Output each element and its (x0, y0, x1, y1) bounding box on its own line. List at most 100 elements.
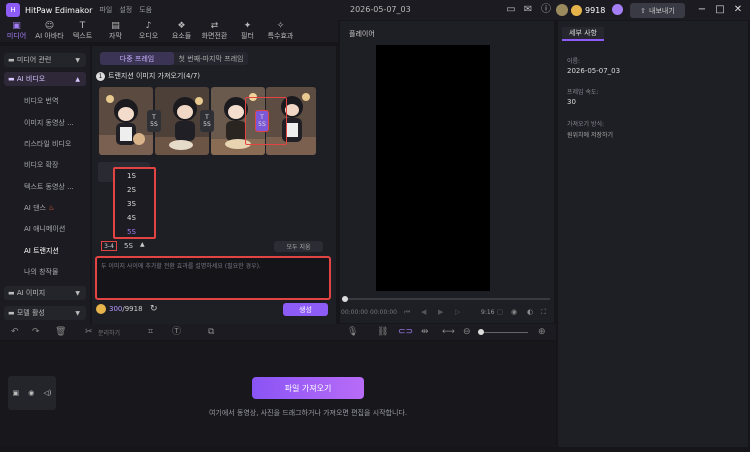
duration-option-3s[interactable]: 3S (127, 200, 136, 208)
step-header: 1 트랜지션 이미지 가져오기(4/7) (96, 71, 200, 81)
tab-audio[interactable]: ♪ 오디오 (132, 20, 165, 42)
tab-details[interactable]: 세부 사항 (562, 27, 604, 41)
tab-label: 특수효과 (267, 32, 294, 40)
tab-first-last-frame[interactable]: 첫 번째-마지막 프레임 (174, 52, 248, 65)
zoom-out-icon[interactable]: ⊖ (463, 326, 471, 338)
playback-scrubber[interactable] (342, 298, 550, 300)
duration-option-5s[interactable]: 5S (127, 228, 136, 236)
tab-effects[interactable]: ✧ 특수효과 (264, 20, 297, 42)
clear-all-button[interactable]: 모두 지움 (274, 241, 323, 252)
sidebar-item-video-extend[interactable]: 비디오 확장 (24, 158, 58, 172)
sidebar-item-restyle-video[interactable]: 리스타일 비디오 (24, 137, 71, 151)
snapshot-icon[interactable]: ◉ (511, 308, 517, 316)
tab-media[interactable]: ▣ 미디어 (0, 20, 33, 42)
duration-option-2s[interactable]: 2S (127, 186, 136, 194)
maximize-icon[interactable]: □ (713, 3, 727, 17)
tab-subtitle[interactable]: ▤ 자막 (99, 20, 132, 42)
duration-label: 5S (203, 121, 211, 128)
menu-file[interactable]: 파일 (99, 5, 112, 15)
audio-icon[interactable]: ◁) (43, 389, 51, 397)
minimize-icon[interactable]: − (695, 3, 709, 17)
sidebar-folder-ai-image[interactable]: ▬ AI 이미지 ▼ (4, 286, 86, 300)
aspect-ratio-selector[interactable]: 3-4 (101, 241, 117, 251)
layout-icon[interactable]: ▭ (505, 4, 517, 16)
microphone-icon[interactable]: 🎙 (347, 326, 358, 338)
generate-button[interactable]: 생성 (283, 303, 328, 316)
prev-frame-icon[interactable]: ⏮ (404, 308, 410, 317)
sidebar-item-video-translate[interactable]: 비디오 번역 (24, 94, 58, 108)
duration-option-4s[interactable]: 4S (127, 214, 136, 222)
sidebar-item-ai-transition[interactable]: AI 트랜지션 (24, 244, 59, 258)
text-style-icon[interactable]: Ⓣ (172, 326, 181, 338)
volume-icon[interactable]: ◐ (527, 308, 533, 316)
mail-icon[interactable]: ✉ (522, 4, 534, 16)
fit-timeline-icon[interactable]: ⟷ (442, 326, 455, 338)
chevron-up-icon[interactable]: ▲ (140, 241, 145, 248)
undo-icon[interactable]: ↶ (11, 326, 19, 338)
transition-image-1[interactable] (99, 87, 153, 155)
sidebar-folder-ai-video[interactable]: ▬ AI 비디오 ▲ (4, 72, 86, 86)
link-icon[interactable]: ⛓ (377, 326, 388, 338)
name-label: 이름: (567, 58, 581, 65)
current-time: 00:00:00 (341, 309, 368, 316)
split-label[interactable]: 분리하기 (98, 328, 120, 337)
tab-avatar[interactable]: ☺ AI 아바타 (33, 20, 66, 42)
sidebar-item-image-to-video[interactable]: 이미지 동영상 ... (24, 116, 74, 130)
tab-text[interactable]: T 텍스트 (66, 20, 99, 42)
export-frame-icon[interactable]: ⧉ (208, 326, 214, 338)
credit-used: 300 (109, 305, 123, 313)
credit-total: /9918 (122, 305, 143, 313)
sidebar-folder-model[interactable]: ▬ 모델 활성 ▼ (4, 306, 86, 320)
aspect-ratio-label[interactable]: 9:16 (481, 309, 494, 316)
sidebar-item-ai-animation[interactable]: AI 애니메이션 (24, 222, 65, 236)
duration-option-1s[interactable]: 1S (127, 172, 136, 180)
tab-transition[interactable]: ⇄ 화면전환 (198, 20, 231, 42)
folder-icon: ▬ (8, 289, 17, 297)
zoom-slider-handle[interactable] (478, 329, 484, 335)
transition-prompt-input[interactable]: 두 이미지 사이에 추가할 전환 효과를 설명하세요 (필요한 경우). (95, 256, 331, 300)
tab-label: 화면전환 (201, 32, 228, 40)
crop-icon[interactable]: ⌗ (148, 326, 153, 338)
duration-dropdown[interactable]: 1S 2S 3S 4S 5S (113, 167, 156, 239)
redo-icon[interactable]: ↷ (32, 326, 40, 338)
duration-select[interactable]: 5S (124, 242, 133, 250)
tab-label: AI 아바타 (35, 32, 64, 40)
menu-settings[interactable]: 설정 (119, 5, 132, 15)
sidebar-item-ai-dance[interactable]: AI 댄스 ♨ (24, 201, 54, 215)
play-icon[interactable]: ▶ (438, 308, 443, 316)
close-icon[interactable]: ✕ (731, 3, 745, 17)
menu-help[interactable]: 도움 (139, 5, 152, 15)
zoom-slider[interactable] (478, 332, 528, 333)
import-file-button[interactable]: 파일 가져오기 (252, 377, 364, 399)
refresh-icon[interactable]: ↻ (150, 304, 158, 314)
step-forward-icon[interactable]: ▷ (455, 308, 460, 316)
split-track-icon[interactable]: ⇹ (421, 326, 429, 338)
transition-duration-1[interactable]: T 5S (147, 110, 161, 132)
visibility-icon[interactable]: ◉ (28, 389, 34, 397)
fullscreen-icon[interactable]: ⛶ (541, 308, 546, 317)
filter-icon: ✦ (243, 21, 252, 31)
delete-icon[interactable]: 🗑 (55, 326, 66, 338)
step-back-icon[interactable]: ◀ (421, 308, 426, 316)
sidebar-folder-label: 모델 활성 (16, 309, 45, 317)
export-button[interactable]: ⇧ 내보내기 (630, 3, 685, 18)
scrubber-handle[interactable] (342, 296, 348, 302)
sidebar-item-text-to-video[interactable]: 텍스트 동영상 ... (24, 180, 74, 194)
sidebar-item-my-creations[interactable]: 나의 창작물 (24, 265, 58, 279)
scissors-icon[interactable]: ✂ (85, 326, 93, 338)
tab-filter[interactable]: ✦ 필터 (231, 20, 264, 42)
avatar[interactable] (556, 4, 568, 16)
video-track-icon[interactable]: ▣ (13, 389, 20, 397)
fit-icon[interactable]: ▢ (497, 308, 504, 316)
chevron-down-icon: ▼ (75, 289, 80, 297)
tab-elements[interactable]: ❖ 요소들 (165, 20, 198, 42)
magnet-icon[interactable]: ⊂⊃ (398, 326, 413, 338)
transition-duration-2[interactable]: T 5S (200, 110, 214, 132)
sidebar-folder-media[interactable]: ▬ 미디어 관련 ▼ (4, 53, 86, 67)
account-coins[interactable]: 9918 (556, 3, 608, 17)
video-preview[interactable] (376, 45, 490, 291)
info-icon[interactable]: ⓘ (540, 4, 552, 16)
vip-icon[interactable] (612, 4, 623, 15)
tab-multi-frame[interactable]: 다중 프레임 (100, 52, 174, 65)
zoom-in-icon[interactable]: ⊕ (538, 326, 546, 338)
